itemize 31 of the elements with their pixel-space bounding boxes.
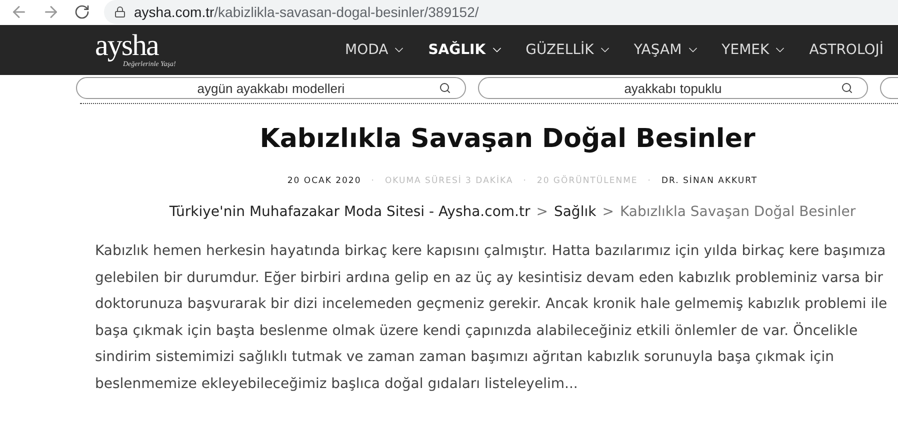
search-suggestion[interactable]: ayakkabı topuklu: [478, 77, 868, 99]
article-title: Kabızlıkla Savaşan Doğal Besinler: [258, 124, 756, 154]
lock-icon: [114, 6, 126, 18]
breadcrumb-separator: >: [602, 204, 614, 220]
article-meta: DR. SİNAN AKKURT: [661, 176, 758, 186]
nav-item[interactable]: SAĞLIK: [428, 42, 504, 58]
separator-dot: ·: [371, 176, 375, 186]
nav-item[interactable]: YAŞAM: [634, 42, 700, 58]
article-meta: OKUMA SÜRESİ 3 DAKİKA: [384, 176, 514, 186]
search-suggestion[interactable]: aygün ayakkabı modelleri: [76, 77, 466, 99]
separator-dot: ·: [523, 176, 527, 186]
breadcrumb-link[interactable]: Sağlık: [554, 204, 596, 220]
logo[interactable]: aysha: [95, 32, 345, 60]
search-icon: [841, 82, 853, 94]
address-bar[interactable]: aysha.com.tr/kabizlikla-savasan-dogal-besinler/389152/: [104, 0, 898, 24]
article-meta: 20 OCAK 2020: [287, 176, 362, 186]
back-icon[interactable]: [10, 3, 28, 21]
nav-item[interactable]: MODA: [345, 42, 406, 58]
article-intro: Kabızlık hemen herkesin hayatında birkaç kere kapısını çalmıştır. Hatta bazılarımız için yılda birkaç kere başımıza gelebilen bir durumdur. Eğer birbiri ardına gelip en az üç ay kesintisiz devam eden kabızlık probleminiz varsa bir doktorunuza başvurarak bir dizi incelemeden geçmeniz gerekir. Ancak kronik hale gelmemiş kabızlık problemi ile başa çıkmak için başta beslenme olmak üzere kendi çapınızda alabileceğiniz etkili önlemler de var. Öncelikle sindirim sistemimizi sağlıklı tutmak ve zaman zaman başımızı ağrıtan kabızlık sorunuyla başa çıkmak için beslenmemize ekleyebileceğimiz başlıca doğal gıdaları listeleyelim...: [95, 242, 888, 394]
separator-dot: ·: [648, 176, 652, 186]
search-suggestion-edge[interactable]: [880, 77, 898, 99]
forward-icon[interactable]: [42, 3, 60, 21]
reload-icon[interactable]: [74, 4, 90, 20]
breadcrumb-link[interactable]: Türkiye'nin Muhafazakar Moda Sitesi - Aysha.com.tr: [169, 204, 530, 220]
breadcrumb-separator: >: [536, 204, 548, 220]
search-icon: [439, 82, 451, 94]
nav-item[interactable]: ASTROLOJİ: [809, 42, 884, 58]
breadcrumb-current: Kabızlıkla Savaşan Doğal Besinler: [620, 204, 856, 220]
article-meta: 20 GÖRÜNTÜLENME: [536, 176, 638, 186]
nav-item[interactable]: GÜZELLİK: [526, 42, 612, 58]
nav-item[interactable]: YEMEK: [722, 42, 788, 58]
